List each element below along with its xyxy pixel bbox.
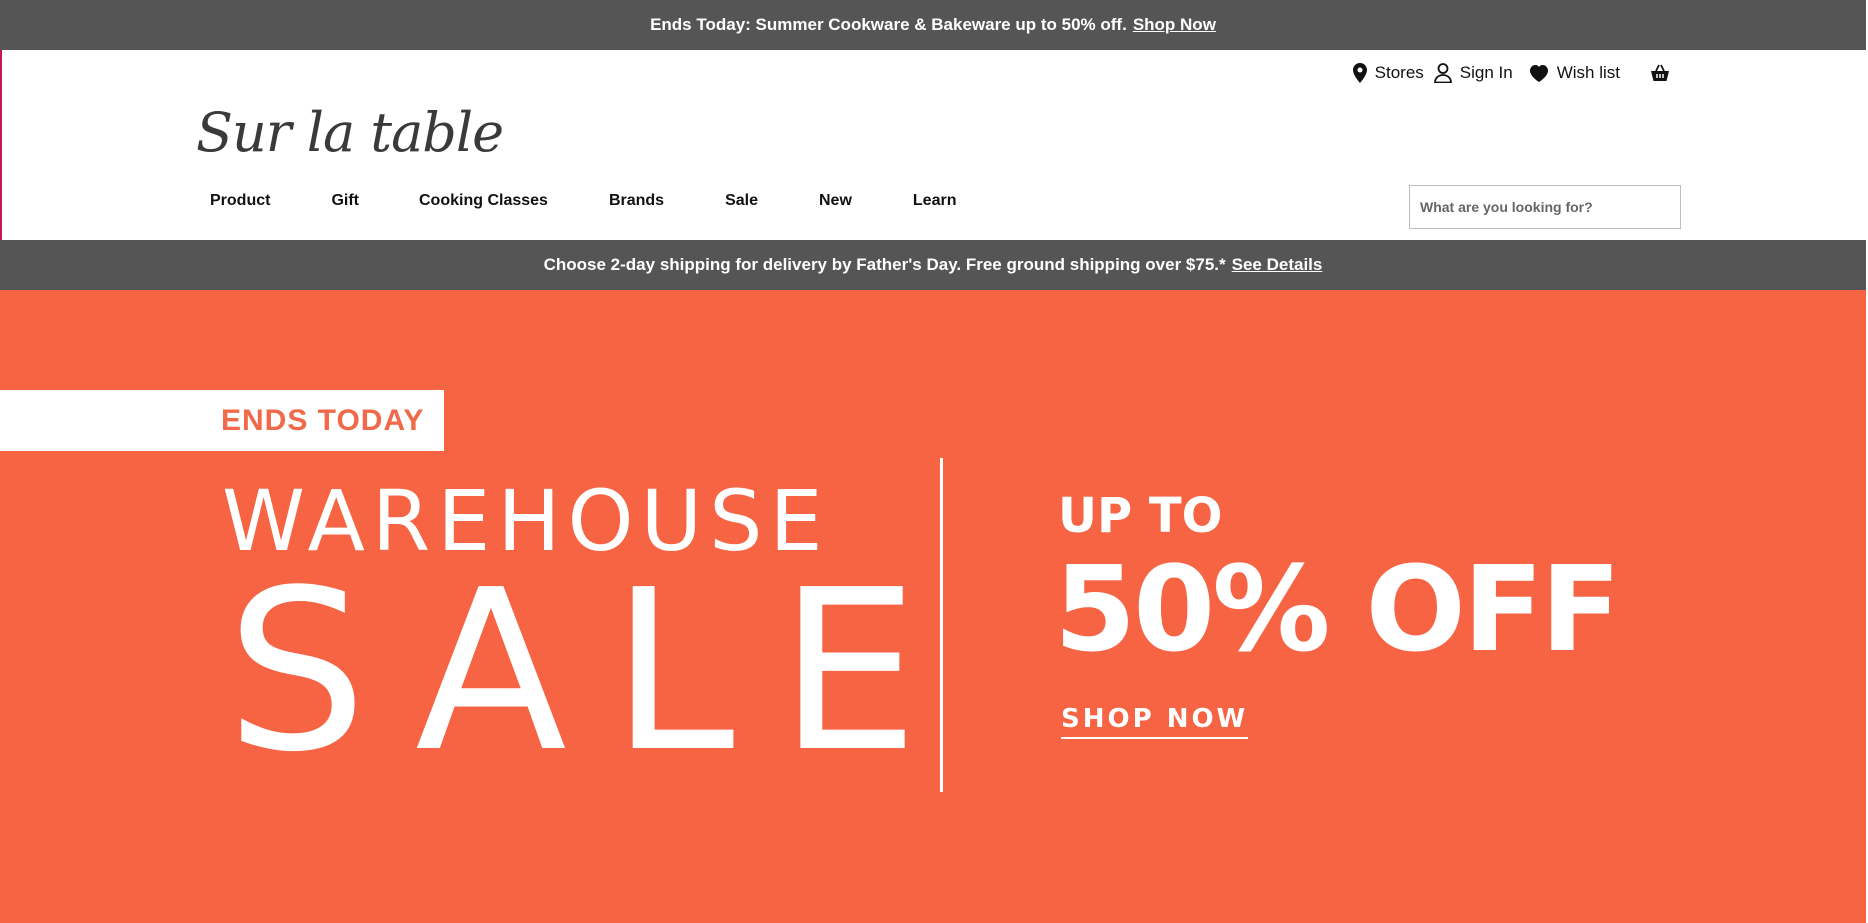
basket-icon [1651,64,1669,81]
see-details-link[interactable]: See Details [1232,255,1323,275]
sign-in-label: Sign In [1459,63,1513,82]
hero-offer-prefix: UP TO [1058,488,1223,544]
ends-today-text: ENDS TODAY [221,404,425,437]
wish-list-label: Wish list [1556,63,1620,82]
nav-item-cooking-classes[interactable]: Cooking Classes [419,192,548,210]
nav-item-gift[interactable]: Gift [331,192,359,210]
left-edge-accent [0,50,2,240]
shipping-promo-banner: Choose 2-day shipping for delivery by Fa… [0,240,1866,290]
stores-label: Stores [1374,63,1424,82]
hero-headline-sale: SALE [226,543,963,801]
shipping-promo-text: Choose 2-day shipping for delivery by Fa… [543,255,1226,274]
hero-shop-now-link[interactable]: SHOP NOW [1061,702,1249,739]
stores-link[interactable]: Stores [1352,63,1424,83]
top-promo-shop-now-link[interactable]: Shop Now [1133,15,1216,35]
logo-text: Sur la table [196,101,504,164]
sign-in-link[interactable]: Sign In [1433,63,1513,83]
cart-button[interactable] [1650,64,1678,82]
site-header: Stores Sign In Wish list Sur la table Pr… [0,50,1866,240]
page: Ends Today: Summer Cookware & Bakeware u… [0,0,1866,923]
top-promo-text: Ends Today: Summer Cookware & Bakeware u… [650,15,1127,34]
nav-item-learn[interactable]: Learn [913,192,957,210]
wish-list-link[interactable]: Wish list [1529,63,1620,83]
ends-today-badge: ENDS TODAY [0,390,444,451]
search-input[interactable] [1409,185,1681,229]
nav-item-brands[interactable]: Brands [609,192,664,210]
utility-nav: Stores Sign In Wish list [1343,63,1678,83]
hero-banner[interactable]: ENDS TODAY WAREHOUSE SALE UP TO 50% OFF … [0,290,1866,923]
nav-item-sale[interactable]: Sale [725,192,758,210]
nav-item-product[interactable]: Product [210,192,270,210]
hero-divider [940,458,943,792]
heart-icon [1529,65,1548,82]
site-logo[interactable]: Sur la table [196,98,504,168]
main-nav: Product Gift Cooking Classes Brands Sale… [210,192,956,210]
hero-offer: 50% OFF [1054,540,1621,678]
top-promo-banner: Ends Today: Summer Cookware & Bakeware u… [0,0,1866,50]
location-pin-icon [1352,63,1367,83]
nav-item-new[interactable]: New [819,192,852,210]
user-icon [1433,63,1452,83]
